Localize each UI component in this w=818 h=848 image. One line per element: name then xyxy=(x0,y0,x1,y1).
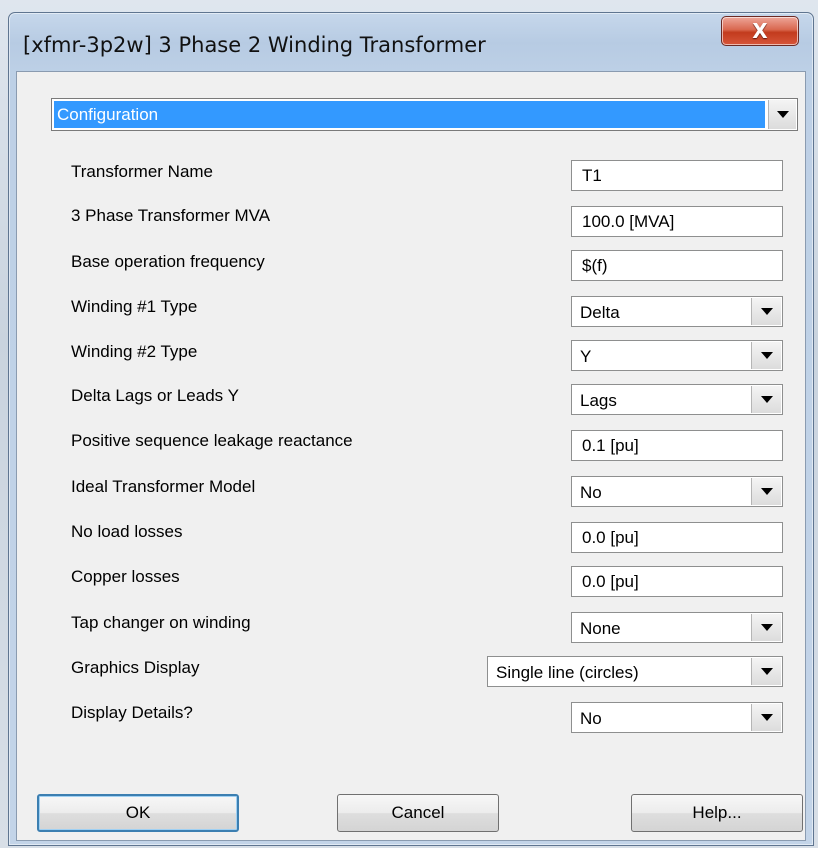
copper-losses-input[interactable]: 0.0 [pu] xyxy=(571,566,783,597)
param-label-mva: 3 Phase Transformer MVA xyxy=(71,206,271,225)
param-label-ideal-model: Ideal Transformer Model xyxy=(71,477,256,496)
ideal-model-value: No xyxy=(580,483,602,502)
title-bar[interactable]: [xfmr-3p2w] 3 Phase 2 Winding Transforme… xyxy=(9,13,813,73)
winding2-type-select[interactable]: Y xyxy=(571,340,783,371)
winding2-dropdown-button[interactable] xyxy=(751,342,781,369)
ideal-model-select[interactable]: No xyxy=(571,476,783,507)
graphics-display-dropdown-button[interactable] xyxy=(751,658,781,685)
tap-changer-select[interactable]: None xyxy=(571,612,783,643)
base-frequency-input[interactable]: $(f) xyxy=(571,250,783,281)
category-select[interactable]: Configuration xyxy=(51,98,798,131)
chevron-down-icon xyxy=(760,668,773,675)
delta-lags-dropdown-button[interactable] xyxy=(751,386,781,413)
param-label-tap-changer: Tap changer on winding xyxy=(71,613,251,632)
display-details-value: No xyxy=(580,709,602,728)
graphics-display-value: Single line (circles) xyxy=(496,663,639,682)
ok-button[interactable]: OK xyxy=(37,794,239,832)
param-label-transformer-name: Transformer Name xyxy=(71,162,214,181)
delta-lags-value: Lags xyxy=(580,391,617,410)
category-dropdown-button[interactable] xyxy=(768,100,796,129)
no-load-losses-input[interactable]: 0.0 [pu] xyxy=(571,522,783,553)
chevron-down-icon xyxy=(760,624,773,631)
help-button[interactable]: Help... xyxy=(631,794,803,832)
chevron-down-icon xyxy=(760,396,773,403)
dialog-body: Configuration Transformer Name T1 3 Phas… xyxy=(16,71,806,841)
delta-lags-select[interactable]: Lags xyxy=(571,384,783,415)
param-label-winding2-type: Winding #2 Type xyxy=(71,342,198,361)
param-label-leakage-reactance: Positive sequence leakage reactance xyxy=(71,431,353,450)
tap-changer-dropdown-button[interactable] xyxy=(751,614,781,641)
transformer-dialog: [xfmr-3p2w] 3 Phase 2 Winding Transforme… xyxy=(8,12,814,846)
param-label-copper-losses: Copper losses xyxy=(71,567,180,586)
winding1-type-select[interactable]: Delta xyxy=(571,296,783,327)
category-selected-value: Configuration xyxy=(54,101,765,128)
chevron-down-icon xyxy=(776,111,789,118)
display-details-select[interactable]: No xyxy=(571,702,783,733)
window-title: [xfmr-3p2w] 3 Phase 2 Winding Transforme… xyxy=(23,33,486,57)
display-details-dropdown-button[interactable] xyxy=(751,704,781,731)
mva-input[interactable]: 100.0 [MVA] xyxy=(571,206,783,237)
transformer-name-input[interactable]: T1 xyxy=(571,160,783,191)
chevron-down-icon xyxy=(760,308,773,315)
winding1-dropdown-button[interactable] xyxy=(751,298,781,325)
chevron-down-icon xyxy=(760,488,773,495)
cancel-button[interactable]: Cancel xyxy=(337,794,499,832)
param-label-graphics-display: Graphics Display xyxy=(71,658,200,677)
winding1-type-value: Delta xyxy=(580,303,620,322)
graphics-display-select[interactable]: Single line (circles) xyxy=(487,656,783,687)
leakage-reactance-input[interactable]: 0.1 [pu] xyxy=(571,430,783,461)
param-label-display-details: Display Details? xyxy=(71,703,193,722)
param-label-winding1-type: Winding #1 Type xyxy=(71,297,198,316)
param-label-no-load-losses: No load losses xyxy=(71,522,183,541)
winding2-type-value: Y xyxy=(580,347,592,366)
ideal-model-dropdown-button[interactable] xyxy=(751,478,781,505)
param-label-delta-lags: Delta Lags or Leads Y xyxy=(71,386,239,405)
chevron-down-icon xyxy=(760,714,773,721)
tap-changer-value: None xyxy=(580,619,621,638)
close-button[interactable]: X xyxy=(721,16,799,46)
close-icon: X xyxy=(752,19,768,43)
param-label-base-frequency: Base operation frequency xyxy=(71,252,265,271)
chevron-down-icon xyxy=(760,352,773,359)
